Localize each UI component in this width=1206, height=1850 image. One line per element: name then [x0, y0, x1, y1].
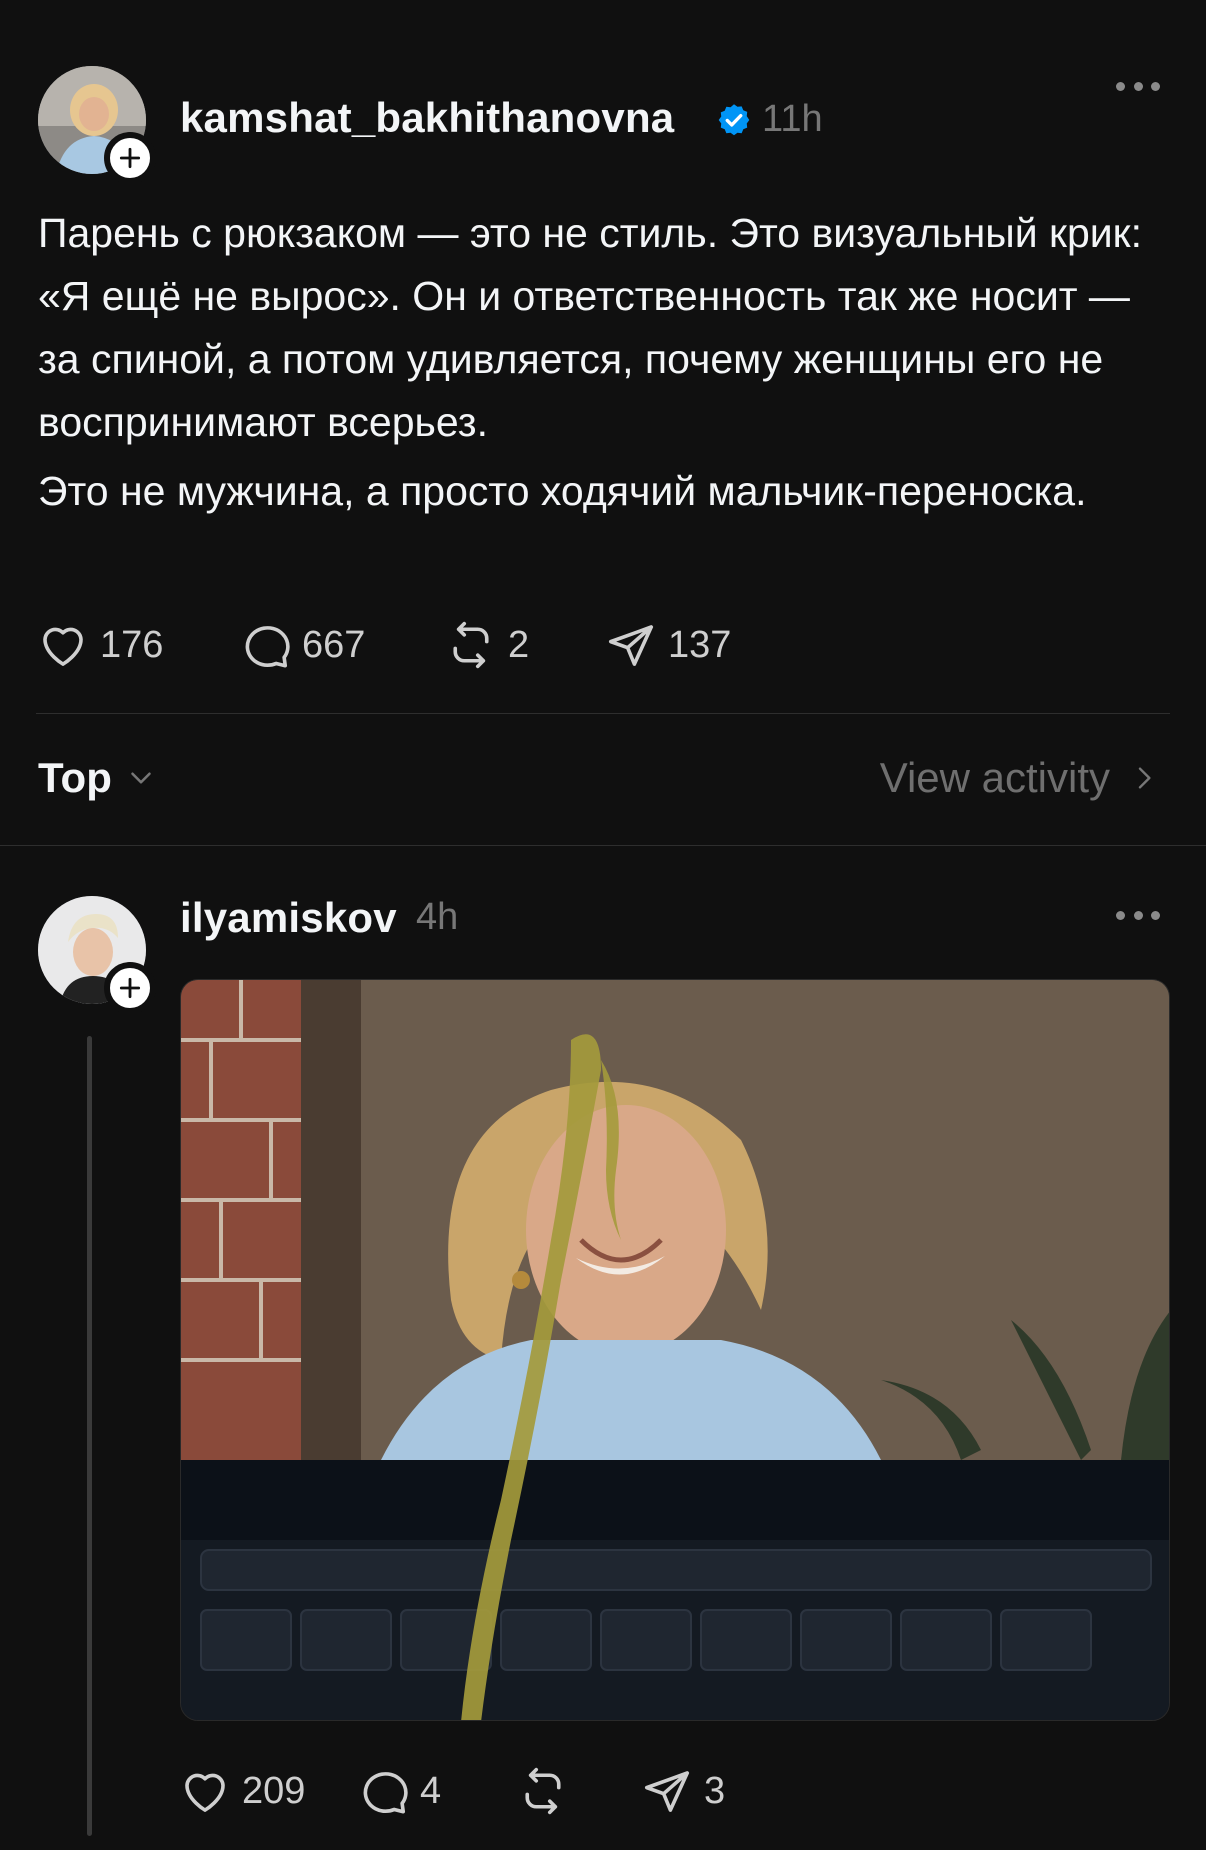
- comment-count: 4: [420, 1769, 442, 1812]
- repost-button[interactable]: 2: [444, 618, 604, 672]
- comment-button[interactable]: 4: [356, 1764, 516, 1818]
- repost-icon: [453, 621, 489, 669]
- reply-timestamp: 4h: [416, 896, 459, 938]
- share-button[interactable]: 3: [640, 1764, 725, 1818]
- repost-button[interactable]: [516, 1764, 640, 1818]
- post-divider: [36, 713, 1170, 714]
- thread-line: [87, 1036, 92, 1836]
- comment-icon: [363, 1772, 408, 1814]
- repost-icon: [525, 1767, 561, 1815]
- reply-media-image[interactable]: [180, 979, 1170, 1721]
- like-count: 176: [100, 623, 164, 666]
- post-body: Парень с рюкзаком — это не стиль. Это ви…: [38, 202, 1178, 529]
- reply-photo: [181, 980, 1169, 1720]
- plus-icon: [119, 147, 141, 169]
- more-icon-dot: [1133, 910, 1143, 920]
- more-icon-dot: [1116, 910, 1125, 920]
- reply-avatar-container[interactable]: [38, 896, 156, 1014]
- post-timestamp: 11h: [762, 98, 823, 140]
- share-icon: [608, 625, 654, 666]
- repost-count: 2: [508, 623, 530, 666]
- post-paragraph: Парень с рюкзаком — это не стиль. Это ви…: [38, 210, 1142, 445]
- author-avatar-container[interactable]: [38, 66, 156, 184]
- post-paragraph: Это не мужчина, а просто ходячий мальчик…: [38, 468, 1087, 514]
- post-actions: 176 667 2 137: [36, 618, 731, 672]
- sort-label: Top: [38, 754, 112, 801]
- more-options-button[interactable]: [1116, 79, 1160, 93]
- like-button[interactable]: 176: [36, 618, 238, 672]
- verified-icon: [718, 104, 750, 136]
- like-button[interactable]: 209: [178, 1764, 356, 1818]
- more-icon-dot: [1151, 910, 1160, 920]
- share-count: 3: [704, 1769, 726, 1812]
- follow-plus-button[interactable]: [104, 132, 156, 184]
- more-icon-dot: [1116, 81, 1125, 91]
- plus-icon: [119, 977, 141, 999]
- section-divider: [0, 845, 1206, 846]
- more-icon-dot: [1151, 81, 1160, 91]
- reply-more-options-button[interactable]: [1116, 908, 1160, 922]
- reply-actions: 209 4 3: [178, 1764, 725, 1818]
- chevron-right-icon: [1138, 767, 1151, 789]
- follow-plus-button[interactable]: [104, 962, 156, 1014]
- like-count: 209: [242, 1769, 306, 1812]
- more-icon-dot: [1133, 81, 1143, 91]
- share-button[interactable]: 137: [604, 618, 731, 672]
- comment-button[interactable]: 667: [238, 618, 444, 672]
- view-activity-link[interactable]: View activity: [880, 754, 1160, 802]
- share-icon: [644, 1771, 690, 1812]
- comment-count: 667: [302, 623, 366, 666]
- comment-icon: [245, 626, 290, 668]
- author-username[interactable]: kamshat_bakhithanovna: [180, 94, 674, 142]
- reply-username[interactable]: ilyamiskov: [180, 894, 397, 942]
- heart-icon: [185, 1773, 225, 1812]
- share-count: 137: [668, 623, 732, 666]
- heart-icon: [43, 627, 83, 666]
- view-activity-label: View activity: [879, 754, 1110, 801]
- sort-dropdown[interactable]: Top: [38, 754, 158, 802]
- chevron-down-icon: [131, 772, 151, 784]
